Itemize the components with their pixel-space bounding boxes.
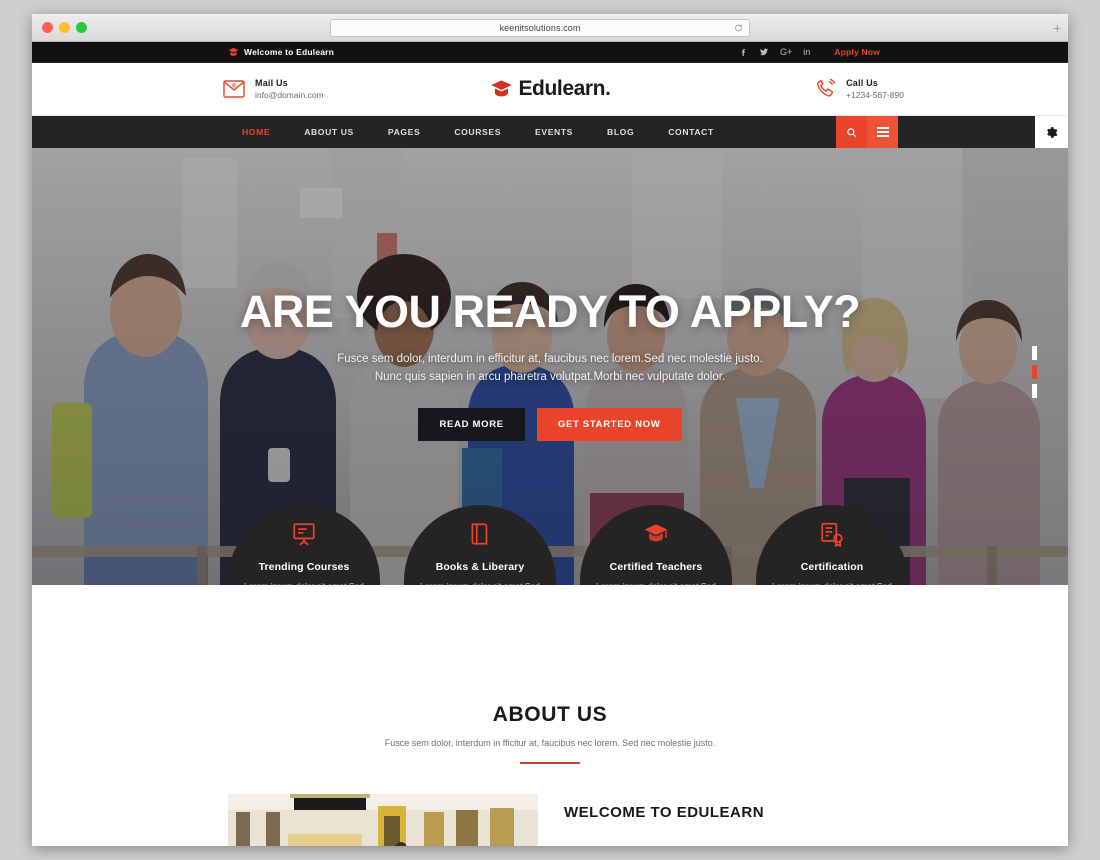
- slider-dot-2[interactable]: [1032, 365, 1037, 379]
- certificate-icon: [821, 522, 843, 547]
- hero-content: ARE YOU READY TO APPLY? Fusce sem dolor,…: [32, 288, 1068, 441]
- about-image: [228, 794, 538, 846]
- presentation-board-icon: [293, 523, 315, 546]
- mail-icon: [223, 80, 245, 98]
- about-content-row: WELCOME TO EDULEARN: [228, 794, 872, 846]
- reload-icon[interactable]: [734, 24, 743, 33]
- call-us-block[interactable]: Call Us +1234-567-890: [813, 77, 904, 101]
- settings-widget-button[interactable]: [1035, 116, 1068, 148]
- mail-us-value: info@domain.com: [255, 90, 324, 100]
- linkedin-icon[interactable]: in: [803, 47, 810, 57]
- call-us-value: +1234-567-890: [846, 90, 904, 100]
- hero-slider: ARE YOU READY TO APPLY? Fusce sem dolor,…: [32, 148, 1068, 585]
- feature-desc: Lorem ipsum dolor sit amet Sed nec moles…: [240, 580, 368, 585]
- facebook-icon[interactable]: [739, 48, 748, 57]
- hero-subtitle-line-2: Nunc quis sapien in arcu pharetra volutp…: [374, 370, 726, 383]
- phone-icon: [817, 78, 836, 97]
- new-tab-button[interactable]: +: [1053, 21, 1061, 34]
- search-icon: [847, 127, 857, 137]
- lecture-hall-photo: [228, 794, 538, 846]
- nav-item-home[interactable]: HOME: [225, 127, 287, 137]
- menu-button[interactable]: [867, 116, 898, 148]
- graduation-cap-icon: [644, 524, 668, 542]
- close-window-button[interactable]: [42, 22, 53, 33]
- window-controls: [42, 22, 87, 33]
- feature-desc: Lorem ipsum dolor sit amet Sed nec moles…: [416, 580, 544, 585]
- nav-item-events[interactable]: EVENTS: [518, 127, 590, 137]
- about-section: ABOUT US Fusce sem dolor, interdum in ff…: [32, 585, 1068, 846]
- feature-title: Certification: [800, 560, 864, 573]
- nav-item-pages[interactable]: PAGES: [371, 127, 437, 137]
- site-logo[interactable]: Edulearn.: [489, 77, 611, 101]
- feature-desc: Lorem ipsum dolor sit amet Sed nec moles…: [768, 580, 896, 585]
- site-header: Mail Us info@domain.com Edulearn. Call U…: [32, 63, 1068, 116]
- browser-chrome-bar: keenitsolutions.com +: [32, 14, 1068, 42]
- read-more-button[interactable]: READ MORE: [418, 407, 525, 441]
- url-text: keenitsolutions.com: [499, 23, 581, 33]
- nav-item-contact[interactable]: CONTACT: [651, 127, 731, 137]
- about-title: ABOUT US: [492, 703, 608, 726]
- graduation-cap-icon: [491, 80, 512, 97]
- gear-icon: [1047, 126, 1058, 138]
- get-started-now-button[interactable]: GET STARTED NOW: [536, 407, 682, 441]
- apply-now-link[interactable]: Apply Now: [834, 47, 880, 57]
- feature-card-trending-courses[interactable]: Trending Courses Lorem ipsum dolor sit a…: [228, 504, 380, 585]
- browser-window: keenitsolutions.com + Welcome to Edulear…: [32, 14, 1068, 846]
- minimize-window-button[interactable]: [59, 22, 70, 33]
- feature-cards: Trending Courses Lorem ipsum dolor sit a…: [228, 504, 908, 585]
- search-button[interactable]: [836, 116, 867, 148]
- slider-dot-1[interactable]: [1032, 346, 1037, 360]
- welcome-text: Welcome to Edulearn: [244, 47, 335, 57]
- web-page: Welcome to Edulearn G+ in Apply Now Mail…: [32, 42, 1068, 846]
- logo-text: Edulearn.: [518, 77, 611, 100]
- slider-dot-3[interactable]: [1032, 384, 1037, 398]
- nav-actions: [836, 116, 898, 148]
- main-navigation: HOME ABOUT US PAGES COURSES EVENTS BLOG …: [32, 116, 1068, 148]
- mail-us-block[interactable]: Mail Us info@domain.com: [222, 77, 324, 101]
- feature-title: Books & Liberary: [435, 560, 525, 573]
- hero-title: ARE YOU READY TO APPLY?: [239, 286, 861, 337]
- hero-subtitle: Fusce sem dolor, interdum in efficitur a…: [32, 351, 1068, 386]
- welcome-heading: WELCOME TO EDULEARN: [564, 804, 765, 821]
- hamburger-menu-icon: [876, 127, 889, 137]
- nav-item-blog[interactable]: BLOG: [590, 127, 651, 137]
- call-us-label: Call Us: [846, 78, 879, 88]
- feature-title: Trending Courses: [258, 560, 350, 573]
- address-bar[interactable]: keenitsolutions.com: [330, 19, 750, 37]
- section-divider: [520, 762, 580, 764]
- site-topbar: Welcome to Edulearn G+ in Apply Now: [32, 42, 1068, 63]
- twitter-icon[interactable]: [759, 47, 769, 57]
- nav-item-about-us[interactable]: ABOUT US: [287, 127, 371, 137]
- about-subtitle: Fusce sem dolor, interdum in fficitur at…: [384, 738, 716, 748]
- about-text-column: WELCOME TO EDULEARN: [538, 794, 764, 821]
- nav-items: HOME ABOUT US PAGES COURSES EVENTS BLOG …: [225, 127, 731, 137]
- hero-subtitle-line-1: Fusce sem dolor, interdum in efficitur a…: [337, 353, 763, 366]
- feature-card-certified-teachers[interactable]: Certified Teachers Lorem ipsum dolor sit…: [580, 504, 732, 585]
- maximize-window-button[interactable]: [76, 22, 87, 33]
- topbar-welcome: Welcome to Edulearn: [228, 47, 334, 57]
- feature-desc: Lorem ipsum dolor sit amet Sed nec moles…: [592, 580, 720, 585]
- topbar-social-links: G+ in Apply Now: [739, 47, 880, 57]
- nav-item-courses[interactable]: COURSES: [437, 127, 518, 137]
- feature-title: Certified Teachers: [609, 560, 703, 573]
- google-plus-icon[interactable]: G+: [780, 47, 792, 57]
- feature-card-certification[interactable]: Certification Lorem ipsum dolor sit amet…: [756, 504, 908, 585]
- book-icon: [471, 523, 488, 545]
- hero-buttons: READ MORE GET STARTED NOW: [32, 407, 1068, 441]
- graduation-cap-icon: [228, 47, 239, 56]
- feature-card-books-liberary[interactable]: Books & Liberary Lorem ipsum dolor sit a…: [404, 504, 556, 585]
- slider-pagination: [1032, 346, 1037, 398]
- mail-us-label: Mail Us: [255, 78, 288, 88]
